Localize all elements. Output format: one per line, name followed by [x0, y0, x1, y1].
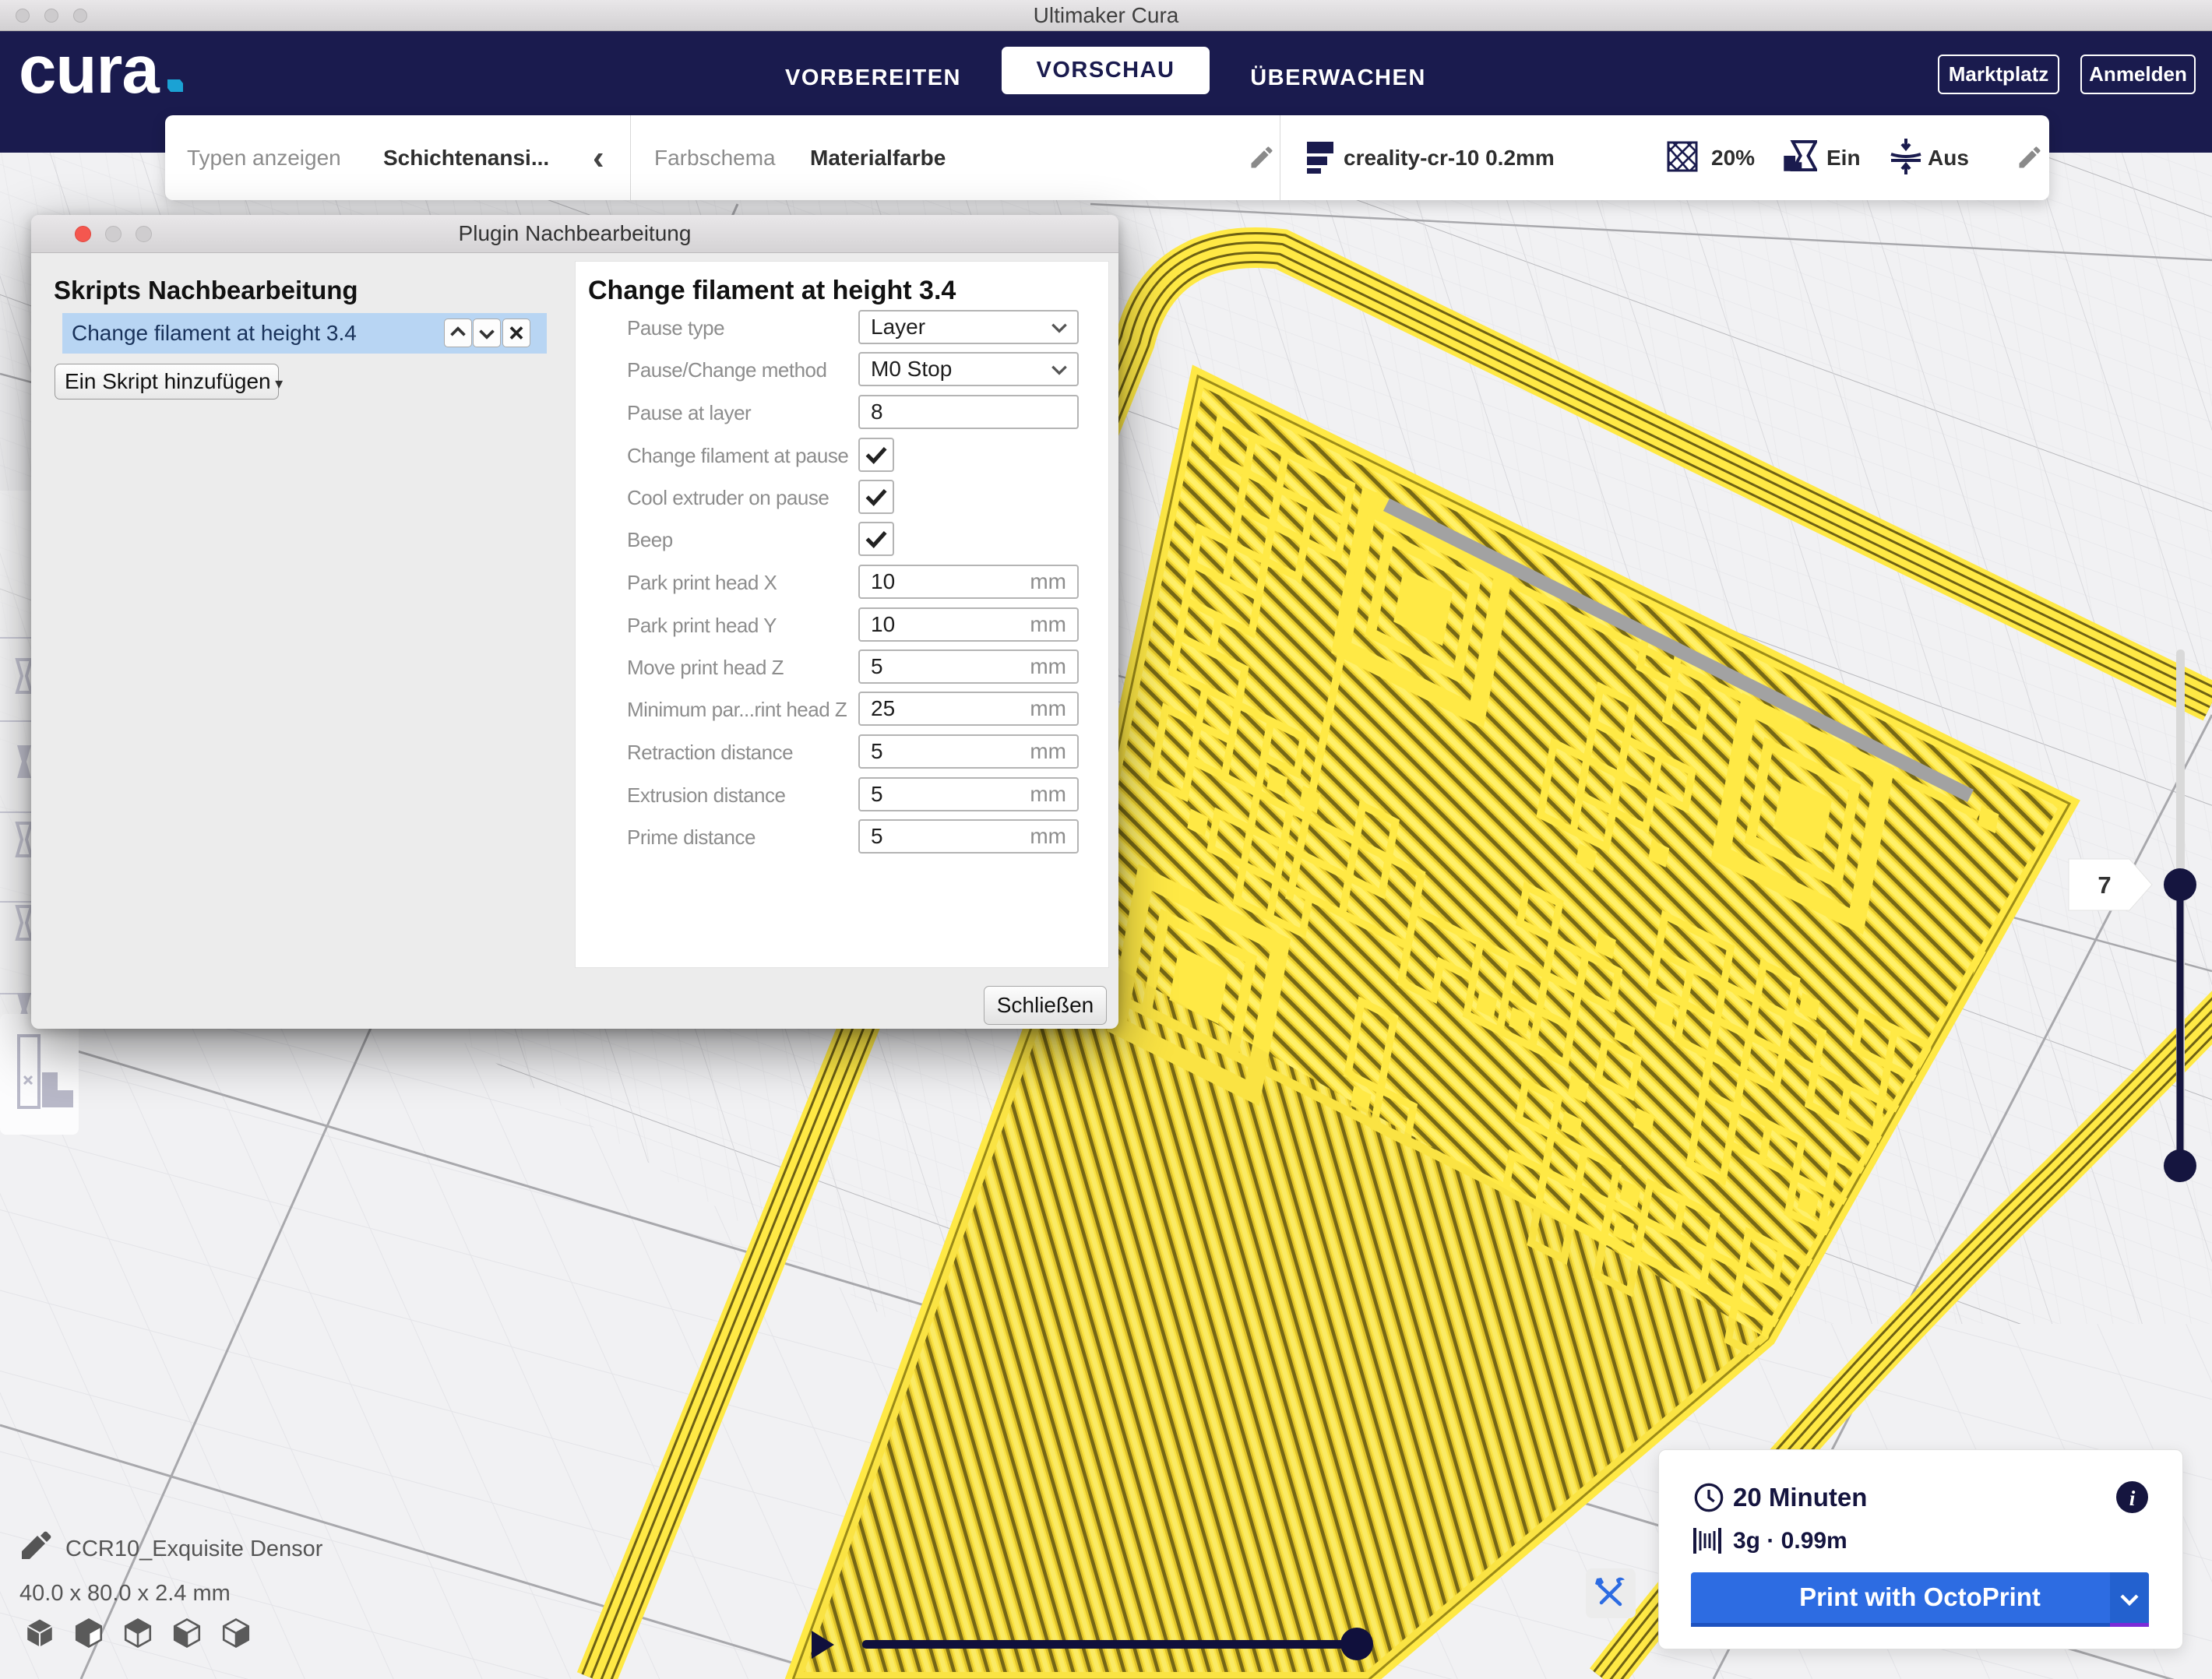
svg-text:cura: cura	[19, 51, 160, 107]
svg-text:i: i	[2129, 1487, 2136, 1510]
svg-text:CCR10_Exquisite Densor: CCR10_Exquisite Densor	[65, 1536, 323, 1561]
svg-text:7: 7	[2098, 871, 2111, 899]
svg-text:40.0 x 80.0 x 2.4 mm: 40.0 x 80.0 x 2.4 mm	[19, 1581, 231, 1606]
